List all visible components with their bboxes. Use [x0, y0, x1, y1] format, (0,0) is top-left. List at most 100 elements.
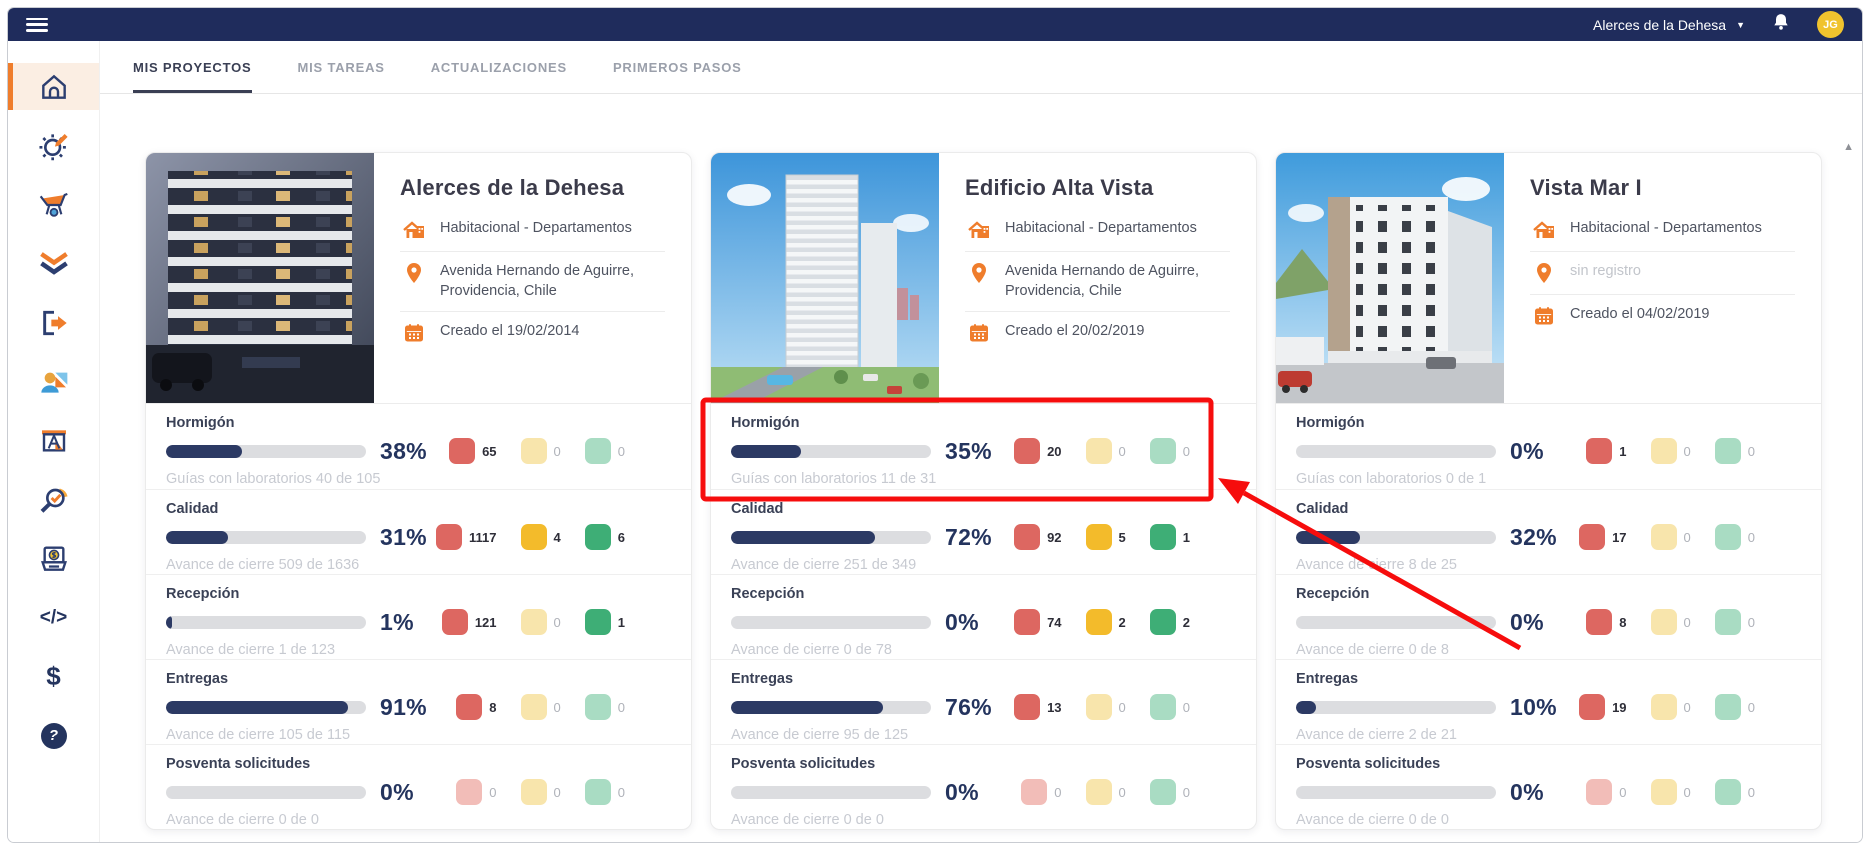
- stat-row: Hormigón 38% Guías con laboratorios 40 d…: [146, 404, 691, 489]
- badge-square: [1149, 779, 1176, 805]
- home-icon: [41, 74, 66, 99]
- project-address-row: sin registro: [1530, 251, 1795, 294]
- badge-count: 65: [482, 443, 497, 459]
- sidebar-item-help[interactable]: ?: [8, 712, 99, 759]
- tab-bar: MIS PROYECTOS MIS TAREAS ACTUALIZACIONES…: [100, 41, 1862, 94]
- badge-square: [584, 694, 611, 720]
- billing-laptop-icon: [40, 545, 67, 571]
- badge-count: 0: [1683, 614, 1691, 630]
- stat-row: Recepción 1% Avance de cierre 1 de 123 1…: [146, 574, 691, 659]
- sidebar-item-home[interactable]: [8, 63, 99, 110]
- status-badge: 0: [1650, 694, 1691, 720]
- project-card[interactable]: Alerces de la Dehesa Habitacional - Depa…: [145, 152, 692, 830]
- sidebar-item-settings[interactable]: [8, 122, 99, 169]
- status-badge: 6: [584, 524, 625, 550]
- project-photo: [711, 153, 939, 403]
- badge-group: 13 0 0: [1014, 694, 1236, 720]
- stat-percent: 38%: [380, 438, 427, 464]
- stat-percent: 0%: [380, 779, 414, 805]
- stat-subtitle: Guías con laboratorios 0 de 1: [1296, 471, 1487, 487]
- badge-count: 19: [1612, 699, 1627, 715]
- stat-percent: 0%: [1510, 779, 1544, 805]
- badge-square: [520, 779, 547, 805]
- stat-row: Entregas 76% Avance de cierre 95 de 125 …: [711, 659, 1256, 744]
- stat-row: Posventa solicitudes 0% Avance de cierre…: [711, 744, 1256, 829]
- badge-square: [441, 609, 468, 635]
- badge-count: 2: [1118, 614, 1126, 630]
- badge-count: 13: [1047, 699, 1062, 715]
- stat-label: Recepción: [166, 586, 240, 602]
- sidebar-item-door-arrow[interactable]: [8, 299, 99, 346]
- tab-mis-tareas[interactable]: MIS TAREAS: [298, 41, 385, 93]
- badge-group: 1117 4 6: [436, 524, 671, 550]
- badge-square: [1579, 694, 1606, 720]
- stat-percent: 76%: [945, 694, 992, 720]
- project-address: sin registro: [1570, 263, 1641, 279]
- badge-count: 1117: [469, 529, 497, 545]
- project-card[interactable]: Edificio Alta Vista Habitacional - Depar…: [710, 152, 1257, 830]
- status-badge: 8: [456, 694, 497, 720]
- status-badge: 1: [1149, 524, 1190, 550]
- account-name: Alerces de la Dehesa: [1593, 16, 1727, 33]
- project-address: Avenida Hernando de Aguirre, Providencia…: [1005, 263, 1200, 300]
- badge-count: 74: [1047, 614, 1062, 630]
- stat-percent: 0%: [1510, 609, 1544, 635]
- tab-primeros-pasos[interactable]: PRIMEROS PASOS: [613, 41, 742, 93]
- badge-square: [1650, 609, 1677, 635]
- progress-fill: [166, 701, 348, 714]
- project-type: Habitacional - Departamentos: [440, 220, 632, 236]
- stat-label: Hormigón: [1296, 415, 1365, 431]
- sidebar-item-integrations[interactable]: </>: [8, 594, 99, 641]
- sidebar-item-materials[interactable]: [8, 181, 99, 228]
- progress-fill: [166, 531, 228, 544]
- progress-bar: [166, 701, 366, 714]
- progress-bar: [731, 445, 931, 458]
- badge-count: 0: [1747, 614, 1755, 630]
- stats-list: Hormigón 38% Guías con laboratorios 40 d…: [146, 403, 691, 829]
- avatar[interactable]: JG: [1817, 11, 1844, 38]
- badge-group: 74 2 2: [1014, 609, 1236, 635]
- hamburger-menu-icon[interactable]: [26, 17, 48, 32]
- sidebar-item-tasks[interactable]: [8, 240, 99, 287]
- sidebar-item-billing[interactable]: [8, 535, 99, 582]
- badge-count: 0: [1683, 699, 1691, 715]
- status-badge: 17: [1579, 524, 1627, 550]
- status-badge: 0: [1714, 694, 1755, 720]
- progress-fill: [166, 616, 172, 629]
- status-badge: 0: [1085, 694, 1126, 720]
- badge-count: 8: [1619, 614, 1627, 630]
- badge-count: 1: [617, 614, 625, 630]
- badge-square: [520, 609, 547, 635]
- status-badge: 0: [1149, 438, 1190, 464]
- project-card[interactable]: Vista Mar I Habitacional - Departamentos…: [1275, 152, 1822, 830]
- stat-subtitle: Avance de cierre 0 de 0: [1296, 812, 1449, 828]
- status-badge: 0: [584, 694, 625, 720]
- building-icon: [1532, 218, 1556, 242]
- project-type: Habitacional - Departamentos: [1570, 220, 1762, 236]
- badge-group: 17 0 0: [1579, 524, 1801, 550]
- sidebar-item-planning[interactable]: [8, 417, 99, 464]
- sidebar-item-finance[interactable]: $: [8, 653, 99, 700]
- badge-square: [436, 524, 463, 550]
- sidebar-item-inspection[interactable]: [8, 476, 99, 523]
- badge-square: [1014, 694, 1041, 720]
- stat-subtitle: Avance de cierre 251 de 349: [731, 557, 917, 573]
- status-badge: 74: [1014, 609, 1062, 635]
- building-icon: [967, 218, 991, 242]
- account-menu[interactable]: Alerces de la Dehesa ▼: [1593, 17, 1745, 33]
- status-badge: 0: [1085, 779, 1126, 805]
- notifications-button[interactable]: [1771, 12, 1791, 37]
- status-badge: 0: [1714, 524, 1755, 550]
- badge-count: 0: [1683, 784, 1691, 800]
- scroll-up-icon[interactable]: ▲: [1843, 141, 1854, 153]
- badge-count: 0: [1619, 784, 1627, 800]
- tab-mis-proyectos[interactable]: MIS PROYECTOS: [133, 41, 252, 93]
- status-badge: 0: [1085, 438, 1126, 464]
- tab-actualizaciones[interactable]: ACTUALIZACIONES: [431, 41, 567, 93]
- stat-label: Hormigón: [731, 415, 800, 431]
- badge-square: [449, 438, 476, 464]
- status-badge: 92: [1014, 524, 1062, 550]
- badge-group: 19 0 0: [1579, 694, 1801, 720]
- status-badge: 5: [1085, 524, 1126, 550]
- sidebar-item-users[interactable]: [8, 358, 99, 405]
